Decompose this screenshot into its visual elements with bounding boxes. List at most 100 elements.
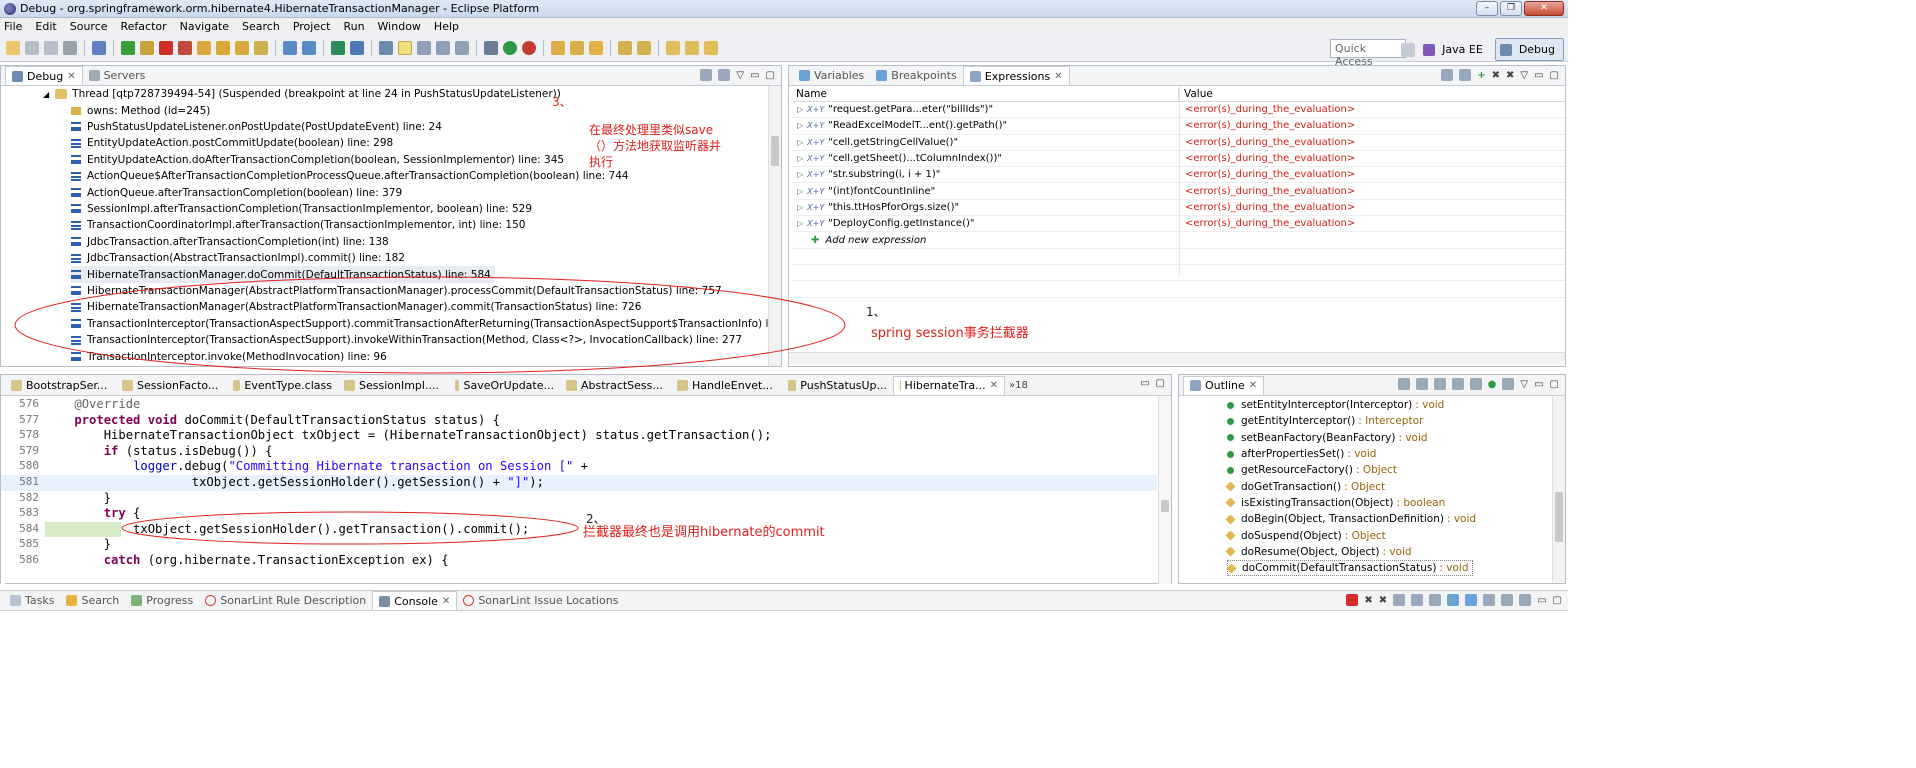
col-value-header[interactable]: Value [1179,88,1213,100]
expand-arrow-icon[interactable]: ▷ [797,121,803,130]
code-line[interactable]: 583 try { [1,506,1157,522]
view-menu-icon[interactable]: ▽ [1520,379,1528,390]
remove-all-icon[interactable]: ✖ [1379,595,1387,606]
editor-tab[interactable]: SessionImpl.... [338,376,449,395]
restore-button[interactable]: ❐ [1500,1,1522,16]
run-icon[interactable] [503,41,517,55]
expand-arrow-icon[interactable]: ▷ [797,154,803,163]
stack-frame-row[interactable]: PushStatusUpdateListener.onPostUpdate(Po… [71,119,442,135]
minimize-view-icon[interactable]: ▭ [1537,595,1546,606]
editor-tab[interactable]: HandleEnvet... [671,376,782,395]
show-on-output-icon[interactable] [1447,594,1460,606]
drop-to-frame-icon[interactable] [254,41,268,55]
tab-debug[interactable]: Debug ✕ [5,66,83,85]
tab-outline[interactable]: Outline ✕ [1183,375,1265,395]
tab-expressions[interactable]: Expressions ✕ [962,66,1070,85]
minimize-view-icon[interactable]: ▭ [1534,70,1543,81]
forward-icon[interactable] [685,41,699,55]
outline-item[interactable]: doCommit(DefaultTransactionStatus): void [1226,560,1473,577]
menu-window[interactable]: Window [378,20,421,33]
terminate-icon[interactable] [1346,594,1359,606]
stack-frame-row[interactable]: TransactionInterceptor(TransactionAspect… [71,316,781,332]
owns-row[interactable]: owns: Method (id=245) [71,102,210,118]
code-editor[interactable]: 576 @Override 577 protected void doCommit… [1,396,1171,584]
link-editor-icon[interactable] [1502,378,1515,390]
code-line[interactable]: 578 HibernateTransactionObject txObject … [1,428,1157,444]
step-over-icon[interactable] [216,41,230,55]
expressions-hscroll[interactable] [789,352,1565,364]
thread-row[interactable]: ◢ Thread [qtp728739494-54] (Suspended (b… [43,86,561,102]
show-type-names-icon[interactable] [1441,69,1454,81]
remove-launch-icon[interactable]: ✖ [1364,595,1372,606]
outline-item[interactable]: setEntityInterceptor(Interceptor): void [1227,397,1444,413]
sort-icon[interactable] [1397,378,1410,390]
outline-item[interactable]: getResourceFactory(): Object [1227,462,1397,478]
code-line[interactable]: 579 if (status.isDebug()) { [1,444,1157,460]
editor-tab[interactable]: SessionFacto... [116,376,227,395]
tab-search[interactable]: Search [60,591,125,610]
collapse-icon[interactable] [718,69,731,81]
code-line[interactable]: 586 catch (org.hibernate.TransactionExce… [1,553,1157,569]
hide-static-icon[interactable] [1451,378,1464,390]
clear-console-icon[interactable] [1393,594,1406,606]
toggle-mark-icon[interactable] [379,41,393,55]
stack-frame-row[interactable]: SessionImpl.afterTransactionCompletion(T… [71,201,532,217]
skip-breakpoints-icon[interactable] [92,41,106,55]
step-return-icon[interactable] [235,41,249,55]
remove-all-icon[interactable]: ✖ [1506,70,1514,81]
tab-progress[interactable]: Progress [125,591,199,610]
outline-item[interactable]: getEntityInterceptor(): Interceptor [1227,413,1423,429]
open-perspective-icon[interactable] [1401,42,1416,57]
outline-item[interactable]: doSuspend(Object): Object [1225,527,1386,543]
menu-source[interactable]: Source [70,20,108,33]
disconnect-icon[interactable] [178,41,192,55]
outline-item[interactable]: doBegin(Object, TransactionDefinition): … [1225,511,1476,527]
open-console-icon[interactable] [302,41,316,55]
debug-scrollbar[interactable] [768,86,781,366]
close-tab-icon[interactable]: ✕ [1054,71,1062,82]
code-line[interactable]: 582 } [1,491,1157,507]
save-all-icon[interactable] [44,41,58,55]
stack-frame-row[interactable]: TransactionInterceptor(TransactionAspect… [71,332,742,348]
scroll-lock-icon[interactable] [1411,594,1424,606]
resume-icon[interactable] [121,41,135,55]
focus-icon[interactable]: ● [1488,379,1497,390]
maximize-view-icon[interactable]: ▢ [1550,70,1559,81]
terminate-icon[interactable] [159,41,173,55]
editor-tab[interactable]: HibernateTra... ✕ [893,375,1005,395]
close-button[interactable]: ✕ [1524,1,1564,16]
menu-help[interactable]: Help [434,20,459,33]
outline-item[interactable]: setBeanFactory(BeanFactory): void [1227,430,1428,446]
outline-item[interactable]: doResume(Object, Object): void [1225,544,1412,560]
maximize-view-icon[interactable]: ▢ [1553,595,1562,606]
outline-item[interactable]: doGetTransaction(): Object [1225,479,1385,495]
close-tab-icon[interactable]: ✕ [442,596,450,607]
new-icon[interactable] [6,41,20,55]
outline-item[interactable]: isExistingTransaction(Object): boolean [1225,495,1445,511]
tab-breakpoints[interactable]: Breakpoints [870,66,963,85]
expand-arrow-icon[interactable]: ▷ [797,219,803,228]
menu-file[interactable]: File [4,20,22,33]
stack-frame-row[interactable]: ActionQueue.afterTransactionCompletion(b… [71,184,402,200]
editor-scrollbar[interactable] [1158,396,1171,584]
show-whitespace-icon[interactable] [436,41,450,55]
next-edit-icon[interactable] [704,41,718,55]
back-icon[interactable] [666,41,680,55]
minimize-view-icon[interactable]: ▭ [750,70,759,81]
perspective-debug[interactable]: Debug [1494,38,1564,61]
block-selection-icon[interactable] [417,41,431,55]
stack-frame-row[interactable]: TransactionInterceptor.invoke(MethodInvo… [71,348,387,364]
remove-expression-icon[interactable]: ✖ [1492,70,1500,81]
editor-tab[interactable]: SaveOrUpdate... [449,376,560,395]
tab-servers[interactable]: Servers [83,66,152,85]
open-console-icon[interactable] [1519,594,1532,606]
tab-variables[interactable]: Variables [793,66,870,85]
highlight-icon[interactable] [398,41,412,55]
terminal-icon[interactable] [331,41,345,55]
expression-row[interactable]: ▷ X+Y "(int)fontCountInline" <error(s)_duri… [791,184,1565,200]
expression-row[interactable]: ▷ X+Y "request.getPara...eter("billIds")" <… [791,102,1565,119]
step-into-icon[interactable] [197,41,211,55]
code-line[interactable]: 580 logger.debug("Committing Hibernate t… [1,459,1157,475]
tab-sonarlint-issues[interactable]: SonarLint Issue Locations [457,591,624,610]
scroll-thumb[interactable] [771,136,779,166]
